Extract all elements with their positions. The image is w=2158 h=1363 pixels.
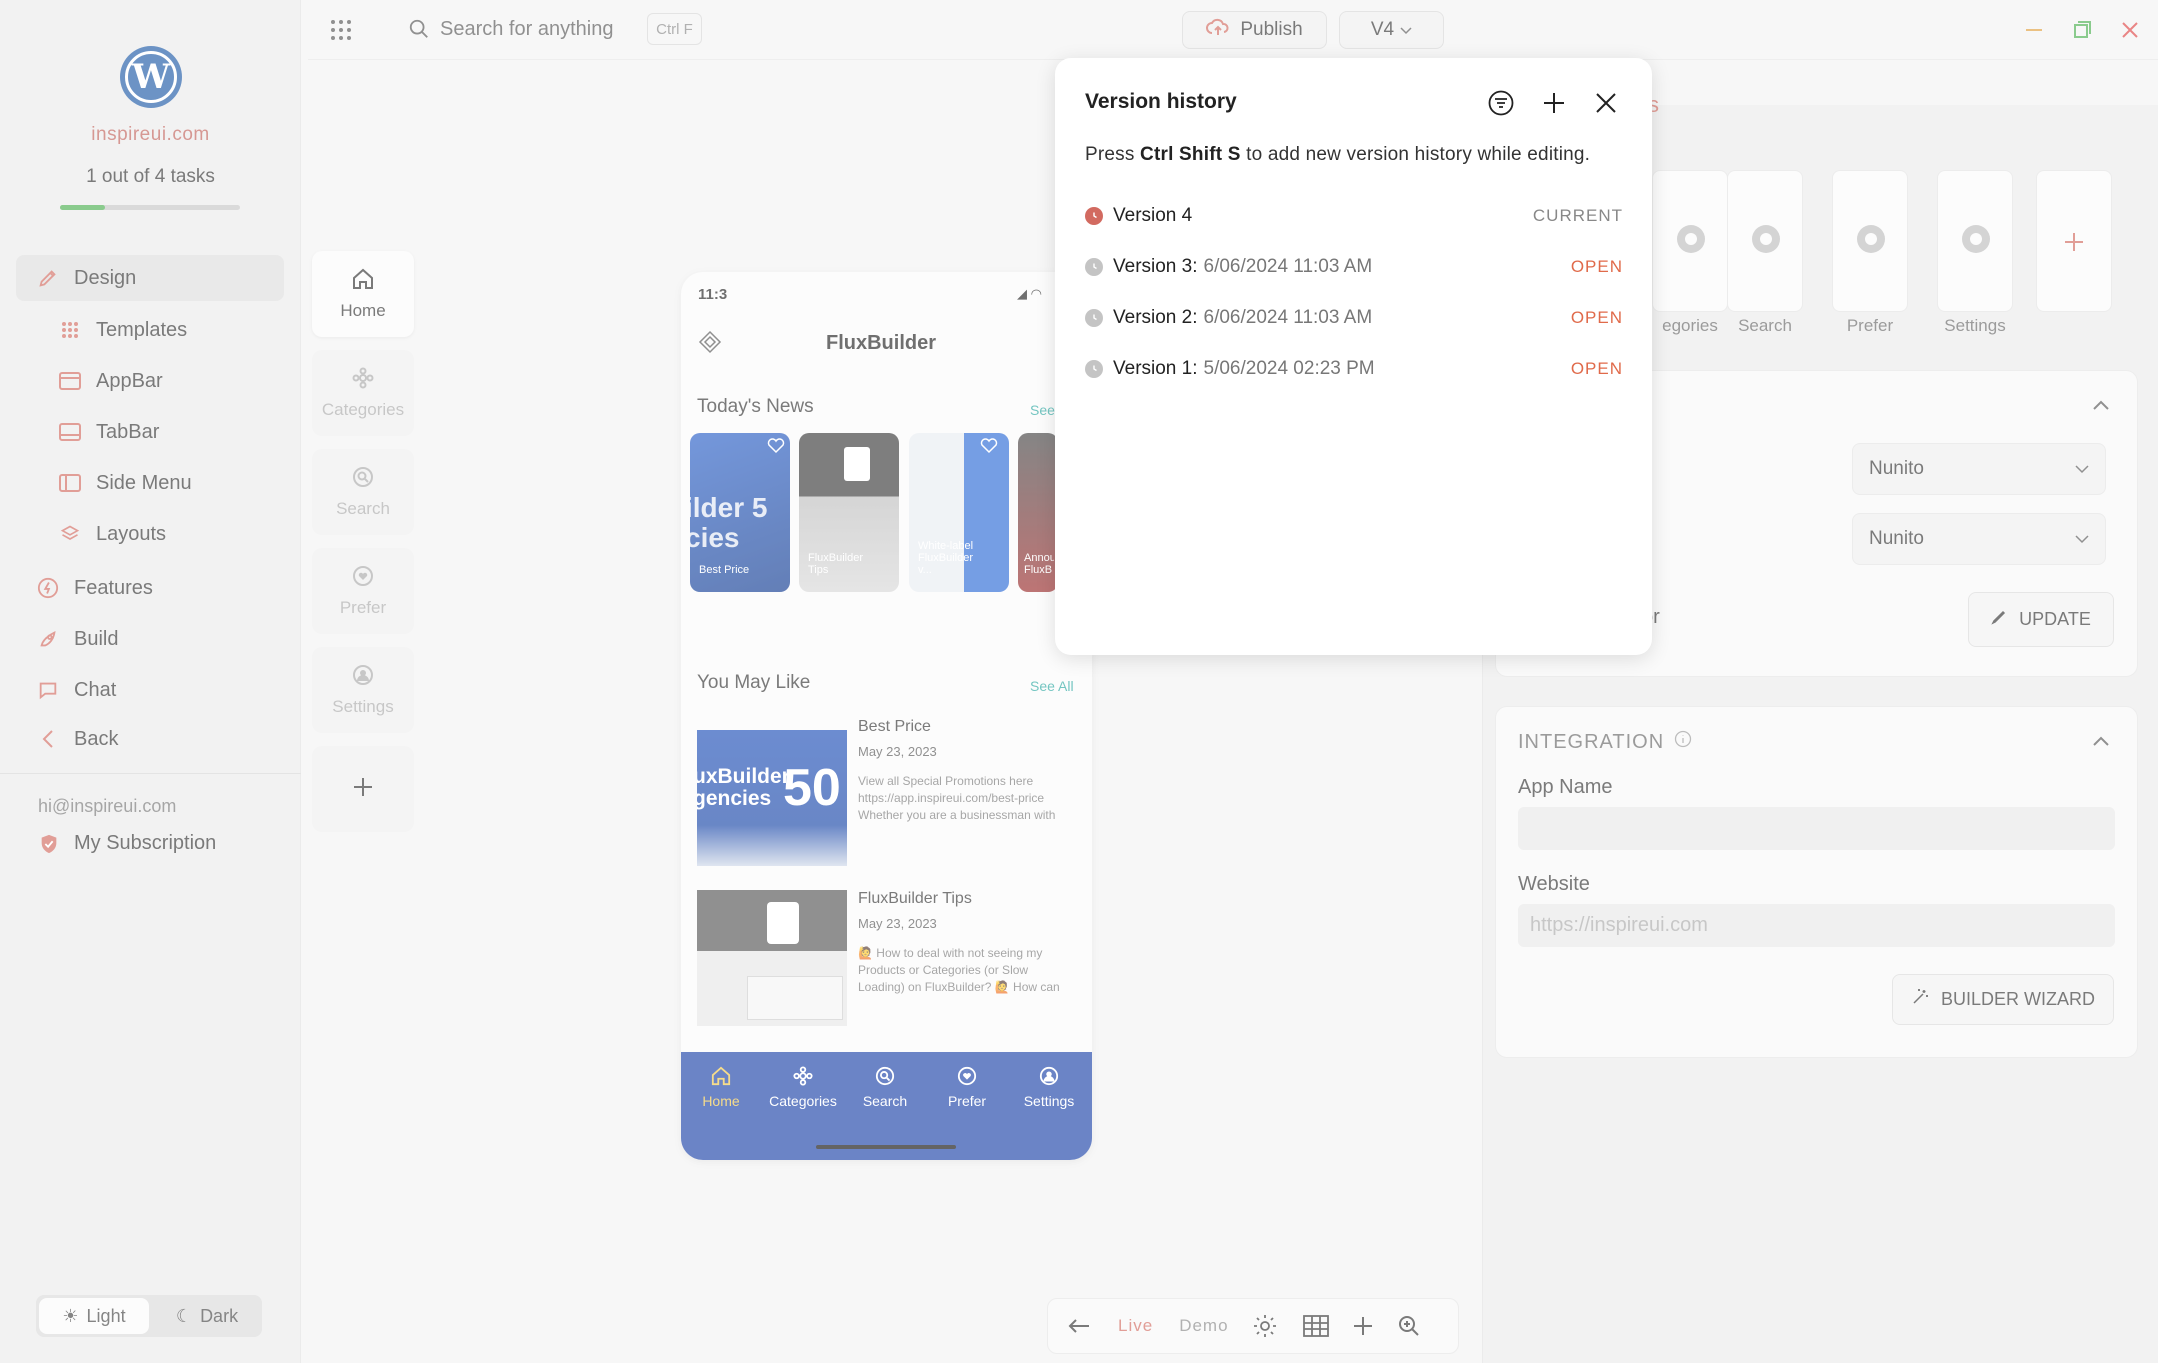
close-icon[interactable]	[1591, 88, 1621, 118]
filter-list-icon[interactable]	[1486, 88, 1516, 118]
hint-text: to add new version history while editing…	[1240, 144, 1591, 165]
clock-icon	[1085, 360, 1103, 378]
version-name: Version 4	[1113, 205, 1193, 226]
version-date: 6/06/2024 11:03 AM	[1203, 256, 1373, 277]
open-version-button[interactable]: OPEN	[1571, 257, 1623, 277]
version-date: 6/06/2024 11:03 AM	[1203, 307, 1373, 328]
modal-title: Version history	[1085, 90, 1237, 113]
version-row: Version 4 CURRENT	[1085, 201, 1623, 231]
version-row: Version 3: 6/06/2024 11:03 AM OPEN	[1085, 252, 1623, 282]
open-version-button[interactable]: OPEN	[1571, 308, 1623, 328]
version-name: Version 2:	[1113, 307, 1198, 328]
current-version-badge: CURRENT	[1532, 206, 1623, 225]
clock-icon	[1085, 207, 1103, 225]
clock-icon	[1085, 309, 1103, 327]
clock-icon	[1085, 258, 1103, 276]
hint-shortcut: Ctrl Shift S	[1140, 144, 1241, 165]
modal-hint: Press Ctrl Shift S to add new version hi…	[1085, 144, 1590, 166]
version-row: Version 1: 5/06/2024 02:23 PM OPEN	[1085, 354, 1623, 384]
hint-text: Press	[1085, 144, 1141, 165]
add-version-icon[interactable]	[1539, 88, 1569, 118]
open-version-button[interactable]: OPEN	[1571, 359, 1623, 379]
version-name: Version 1:	[1113, 358, 1198, 379]
version-name: Version 3:	[1113, 256, 1198, 277]
version-date: 5/06/2024 02:23 PM	[1203, 358, 1375, 379]
version-history-modal: Version history Press Ctrl Shift S to ad…	[1055, 58, 1652, 655]
version-row: Version 2: 6/06/2024 11:03 AM OPEN	[1085, 303, 1623, 333]
